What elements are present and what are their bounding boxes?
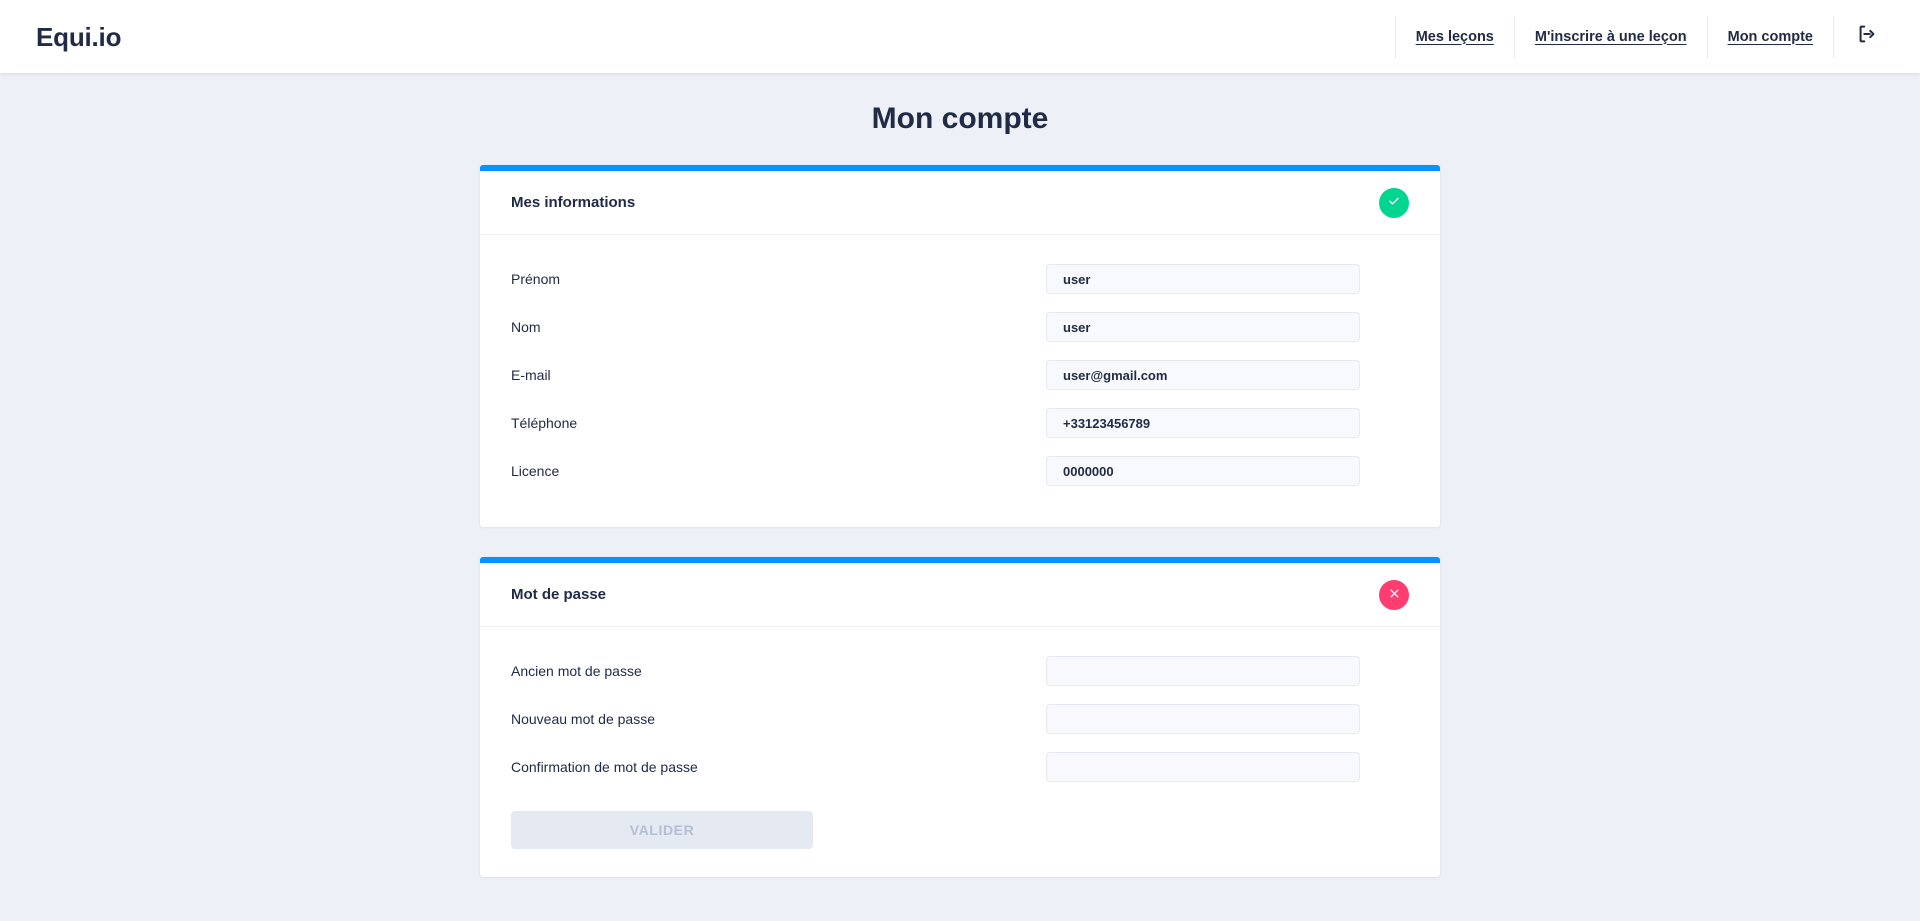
input-licence[interactable] [1046,456,1360,486]
nav-mes-lecons[interactable]: Mes leçons [1394,15,1514,58]
card-body-mot-de-passe: Ancien mot de passe Nouveau mot de passe… [480,627,1440,877]
field-row-prenom: Prénom [511,259,1409,299]
field-row-email: E-mail [511,355,1409,395]
field-row-telephone: Téléphone [511,403,1409,443]
info-status-valid-button[interactable] [1379,187,1409,218]
logout-button[interactable] [1833,15,1896,58]
card-mot-de-passe: Mot de passe Ancien mot de passe Nouveau… [480,557,1440,877]
nav-minscrire-a-une-lecon[interactable]: M'inscrire à une leçon [1513,15,1707,58]
label-nom: Nom [511,318,541,335]
brand-logo[interactable]: Equi.io [36,24,121,50]
main-nav: Mes leçons M'inscrire à une leçon Mon co… [1394,15,1896,58]
card-title-mes-informations: Mes informations [511,194,636,211]
card-body-mes-informations: Prénom Nom E-mail Téléphone Licence [480,235,1440,527]
logout-icon [1856,23,1878,50]
card-header-mes-informations: Mes informations [480,171,1440,235]
field-row-licence: Licence [511,451,1409,491]
field-row-confirmation-mot-de-passe: Confirmation de mot de passe [511,747,1409,787]
input-email[interactable] [1046,360,1360,390]
input-nouveau-mot-de-passe[interactable] [1046,704,1360,734]
label-prenom: Prénom [511,270,561,287]
label-nouveau-mot-de-passe: Nouveau mot de passe [511,710,655,727]
cards-container: Mes informations Prénom Nom [480,165,1440,877]
nav-mon-compte[interactable]: Mon compte [1706,15,1833,58]
label-confirmation-mot-de-passe: Confirmation de mot de passe [511,758,698,775]
page-title: Mon compte [871,102,1049,135]
card-mes-informations: Mes informations Prénom Nom [480,165,1440,527]
card-header-mot-de-passe: Mot de passe [480,563,1440,627]
label-licence: Licence [511,462,560,479]
input-telephone[interactable] [1046,408,1360,438]
field-row-ancien-mot-de-passe: Ancien mot de passe [511,651,1409,691]
input-nom[interactable] [1046,312,1360,342]
app-header: Equi.io Mes leçons M'inscrire à une leço… [0,0,1920,73]
label-telephone: Téléphone [511,414,578,431]
check-icon [1387,194,1401,211]
page-content: Mon compte Mes informations Prénom user … [0,73,1920,921]
password-status-invalid-button[interactable] [1379,579,1409,610]
input-confirmation-mot-de-passe[interactable] [1046,752,1360,782]
label-email: E-mail [511,366,551,383]
card-title-mot-de-passe: Mot de passe [511,586,607,603]
input-prenom[interactable] [1046,264,1360,294]
field-row-nom: Nom [511,307,1409,347]
submit-row: VALIDER [511,811,1409,849]
field-row-nouveau-mot-de-passe: Nouveau mot de passe [511,699,1409,739]
label-ancien-mot-de-passe: Ancien mot de passe [511,662,642,679]
close-icon [1388,587,1401,603]
valider-button[interactable]: VALIDER [511,811,813,849]
input-ancien-mot-de-passe[interactable] [1046,656,1360,686]
